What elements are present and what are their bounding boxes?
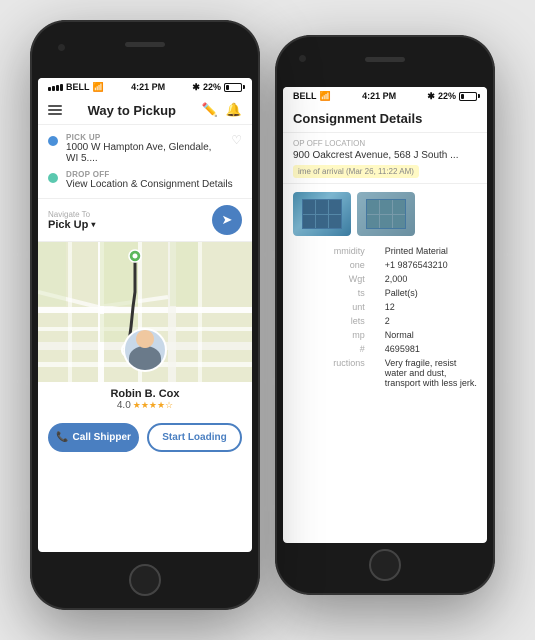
front-screen: BELL 📶 4:21 PM ✱ 22% Way to Pickup	[38, 78, 252, 552]
detail-value-1: +1 9876543210	[375, 258, 487, 272]
consignment-title: Consignment Details	[293, 111, 422, 126]
dropoff-address: View Location & Consignment Details	[66, 179, 233, 190]
chevron-down-icon: ▾	[91, 220, 95, 229]
bell-icon[interactable]: 🔔	[226, 102, 242, 118]
detail-label-6: mp	[283, 328, 375, 342]
detail-label-3: ts	[283, 286, 375, 300]
pickup-item: PICK UP 1000 W Hampton Ave, Glendale, WI…	[48, 133, 242, 164]
table-row: unt 12	[283, 300, 487, 314]
table-row: mp Normal	[283, 328, 487, 342]
time-front: 4:21 PM	[131, 82, 165, 92]
action-buttons: 📞 Call Shipper Start Loading	[38, 417, 252, 460]
map-area[interactable]	[38, 242, 252, 382]
pickup-label: PICK UP	[66, 133, 223, 142]
detail-value-0: Printed Material	[375, 244, 487, 258]
camera-back	[299, 55, 306, 62]
battery-icon-front	[224, 83, 242, 92]
carrier-front: BELL	[66, 82, 90, 92]
home-button-front[interactable]	[129, 564, 161, 596]
loading-label: Start Loading	[162, 432, 226, 443]
table-row: ructions Very fragile, resist water and …	[283, 356, 487, 390]
driver-avatar	[123, 328, 167, 372]
detail-label-4: unt	[283, 300, 375, 314]
wifi-icon-back: 📶	[320, 91, 331, 102]
arrow-icon: ➤	[222, 212, 233, 228]
consignment-header: Consignment Details	[283, 105, 487, 133]
carrier-back: BELL	[293, 91, 317, 101]
dropoff-item: DROP OFF View Location & Consignment Det…	[48, 170, 242, 190]
dropoff-location-section: op Off Location 900 Oakcrest Avenue, 568…	[283, 133, 487, 184]
detail-label-7: #	[283, 342, 375, 356]
edit-icon[interactable]: ✏️	[202, 102, 218, 118]
home-button-back[interactable]	[369, 549, 401, 581]
detail-label-0: mmidity	[283, 244, 375, 258]
table-row: Wgt 2,000	[283, 272, 487, 286]
driver-name: Robin B. Cox	[48, 388, 242, 400]
dropoff-address: 900 Oakcrest Avenue, 568 J South ...	[293, 150, 477, 161]
driver-map-avatar	[123, 328, 167, 372]
detail-value-3: Pallet(s)	[375, 286, 487, 300]
consignment-image-1	[293, 192, 351, 236]
table-row: one +1 9876543210	[283, 258, 487, 272]
page-title: Way to Pickup	[88, 103, 176, 118]
table-row: ts Pallet(s)	[283, 286, 487, 300]
favorite-icon[interactable]: ♡	[231, 133, 242, 147]
phone-icon: 📞	[56, 432, 68, 443]
back-phone: BELL 📶 4:21 PM ✱ 22% Consignment Details	[275, 35, 495, 595]
consignment-images	[283, 184, 487, 244]
status-bar-front: BELL 📶 4:21 PM ✱ 22%	[38, 78, 252, 96]
status-bar-back: BELL 📶 4:21 PM ✱ 22%	[283, 87, 487, 105]
app-header: Way to Pickup ✏️ 🔔	[38, 96, 252, 125]
call-label: Call Shipper	[73, 432, 131, 443]
detail-value-4: 12	[375, 300, 487, 314]
navigate-section: Navigate To Pick Up ▾ ➤	[38, 199, 252, 242]
wifi-icon-front: 📶	[93, 82, 104, 93]
back-screen: BELL 📶 4:21 PM ✱ 22% Consignment Details	[283, 87, 487, 543]
dropoff-label: op Off Location	[293, 139, 477, 148]
detail-label-1: one	[283, 258, 375, 272]
bluetooth-icon-back: ✱	[427, 91, 435, 102]
dropoff-label: DROP OFF	[66, 170, 233, 179]
bluetooth-icon-front: ✱	[192, 82, 200, 93]
pickup-address: 1000 W Hampton Ave, Glendale, WI 5....	[66, 142, 223, 164]
speaker-front	[125, 42, 165, 47]
consignment-image-2	[357, 192, 415, 236]
detail-label-5: lets	[283, 314, 375, 328]
navigate-button[interactable]: ➤	[212, 205, 242, 235]
call-shipper-button[interactable]: 📞 Call Shipper	[48, 423, 139, 452]
navigate-value[interactable]: Pick Up ▾	[48, 219, 95, 231]
navigate-label: Navigate To	[48, 210, 95, 219]
battery-text-front: 22%	[203, 82, 221, 92]
details-table: mmidity Printed Material one +1 98765432…	[283, 244, 487, 390]
battery-text-back: 22%	[438, 91, 456, 101]
start-loading-button[interactable]: Start Loading	[147, 423, 242, 452]
battery-icon-back	[459, 92, 477, 101]
camera-front	[58, 44, 65, 51]
scene: BELL 📶 4:21 PM ✱ 22% Consignment Details	[0, 0, 535, 640]
driver-section: Robin B. Cox 4.0 ★★★★☆	[38, 382, 252, 417]
table-row: # 4695981	[283, 342, 487, 356]
detail-label-2: Wgt	[283, 272, 375, 286]
detail-value-2: 2,000	[375, 272, 487, 286]
pickup-dot	[48, 136, 58, 146]
detail-label-8: ructions	[283, 356, 375, 390]
detail-value-8: Very fragile, resist water and dust, tra…	[375, 356, 487, 390]
route-section: PICK UP 1000 W Hampton Ave, Glendale, WI…	[38, 125, 252, 199]
table-row: mmidity Printed Material	[283, 244, 487, 258]
speaker	[365, 57, 405, 62]
signal-icon	[48, 84, 63, 91]
detail-value-6: Normal	[375, 328, 487, 342]
detail-value-5: 2	[375, 314, 487, 328]
driver-rating: 4.0 ★★★★☆	[48, 400, 242, 411]
rating-value: 4.0	[117, 400, 131, 411]
front-phone: BELL 📶 4:21 PM ✱ 22% Way to Pickup	[30, 20, 260, 610]
menu-icon[interactable]	[48, 105, 62, 115]
table-row: lets 2	[283, 314, 487, 328]
rating-stars: ★★★★☆	[133, 400, 173, 411]
detail-value-7: 4695981	[375, 342, 487, 356]
dropoff-dot	[48, 173, 58, 183]
arrival-badge: ime of arrival (Mar 26, 11:22 AM)	[293, 165, 419, 178]
time-back: 4:21 PM	[362, 91, 396, 101]
